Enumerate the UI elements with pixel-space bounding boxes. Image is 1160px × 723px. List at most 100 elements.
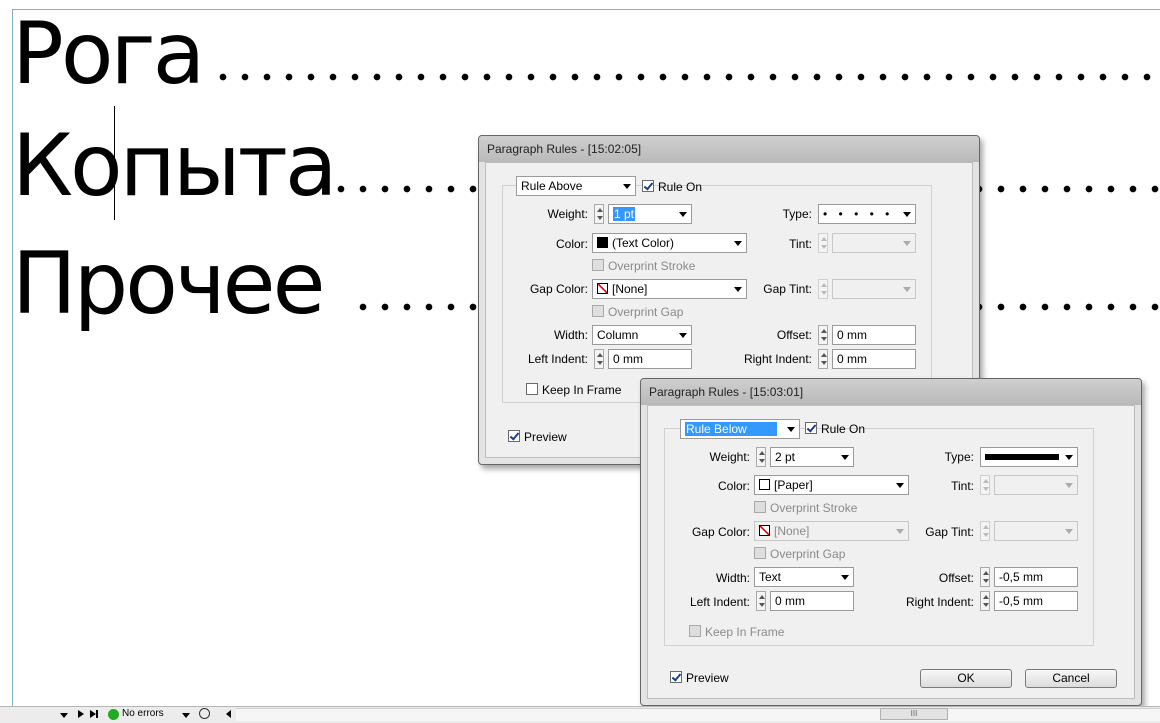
weight-field[interactable]: 1 pt [608, 204, 692, 224]
type-select[interactable]: • • • • • [818, 204, 916, 224]
offset-stepper[interactable] [818, 325, 828, 345]
preflight-status-text[interactable]: No errors [122, 708, 164, 720]
keep-in-frame-checkbox[interactable] [526, 383, 538, 395]
right-indent-stepper[interactable] [818, 349, 828, 369]
width-select[interactable]: Text [754, 567, 854, 587]
weight-stepper[interactable] [756, 447, 766, 467]
overprint-gap-checkbox [592, 305, 604, 317]
weight-stepper[interactable] [594, 204, 604, 224]
preview-checkbox[interactable] [670, 671, 682, 683]
color-select[interactable]: [Paper] [754, 475, 909, 495]
gap-color-label: Gap Color: [691, 525, 750, 539]
preflight-status-icon [108, 709, 119, 720]
left-indent-stepper[interactable] [594, 349, 604, 369]
text-frame-edge [12, 9, 13, 706]
next-page-icon[interactable] [78, 710, 84, 718]
rule-type-value: Rule Below [685, 422, 777, 436]
scrollbar-thumb[interactable]: III [880, 708, 948, 720]
color-label: Color: [555, 237, 588, 251]
page-menu-chevron-icon[interactable] [60, 713, 68, 718]
overprint-stroke-label: Overprint Stroke [770, 501, 858, 515]
keep-in-frame-label: Keep In Frame [542, 383, 622, 397]
paragraph-text: Копыта [12, 118, 338, 214]
color-select[interactable]: (Text Color) [592, 233, 747, 253]
solid-line-icon [985, 454, 1059, 460]
gap-color-select[interactable]: [None] [592, 279, 747, 299]
left-indent-label: Left Indent: [689, 595, 750, 609]
color-swatch-icon [759, 479, 770, 490]
chevron-down-icon [679, 212, 687, 217]
offset-field[interactable]: -0,5 mm [994, 567, 1078, 587]
right-indent-value: -0,5 mm [999, 594, 1044, 608]
left-indent-stepper[interactable] [756, 591, 766, 611]
chevron-down-icon [1065, 529, 1073, 534]
width-label: Width: [715, 571, 750, 585]
left-indent-field[interactable]: 0 mm [770, 591, 854, 611]
color-label: Color: [717, 479, 750, 493]
paragraph-1[interactable]: Рога [12, 6, 1160, 102]
weight-label: Weight: [547, 207, 588, 221]
chevron-down-icon [841, 455, 849, 460]
dotted-rule [212, 70, 1160, 84]
weight-value: 1 pt [613, 207, 636, 221]
offset-label: Offset: [776, 328, 812, 342]
tint-label: Tint: [951, 479, 974, 493]
offset-stepper[interactable] [980, 567, 990, 587]
type-value: • • • • • [823, 207, 894, 221]
offset-value: 0 mm [837, 328, 867, 342]
rule-type-select[interactable]: Rule Below [680, 419, 800, 439]
rule-on-label: Rule On [658, 180, 703, 194]
preview-checkbox[interactable] [508, 430, 520, 442]
type-select[interactable] [980, 447, 1078, 467]
width-value: Column [597, 328, 639, 342]
overprint-gap-label: Overprint Gap [608, 305, 684, 319]
overprint-gap-label: Overprint Gap [770, 547, 846, 561]
rule-on-checkbox[interactable] [805, 422, 817, 434]
keep-in-frame-label: Keep In Frame [705, 625, 785, 639]
width-label: Width: [553, 328, 588, 342]
width-value: Text [759, 570, 782, 584]
chevron-down-icon [623, 184, 631, 189]
dialog-titlebar[interactable]: Paragraph Rules - [15:03:01] [641, 379, 1141, 405]
weight-value: 2 pt [775, 450, 796, 464]
dialog-title: Paragraph Rules - [15:02:05] [487, 142, 642, 156]
right-indent-value: 0 mm [837, 352, 867, 366]
preflight-menu-chevron-icon[interactable] [182, 713, 190, 718]
cancel-button[interactable]: Cancel [1025, 669, 1117, 688]
gap-color-value: [None] [612, 282, 648, 296]
gap-color-select: [None] [754, 521, 909, 541]
right-indent-field[interactable]: 0 mm [832, 349, 916, 369]
weight-field[interactable]: 2 pt [770, 447, 854, 467]
left-indent-field[interactable]: 0 mm [608, 349, 692, 369]
scroll-left-icon[interactable] [226, 710, 231, 718]
overprint-gap-checkbox [754, 547, 766, 559]
right-indent-stepper[interactable] [980, 591, 990, 611]
offset-value: -0,5 mm [999, 570, 1044, 584]
preflight-panel-icon[interactable] [199, 708, 210, 719]
paragraph-rules-dialog-below[interactable]: Paragraph Rules - [15:03:01] Rule Below … [640, 378, 1142, 706]
right-indent-field[interactable]: -0,5 mm [994, 591, 1078, 611]
horizontal-scrollbar[interactable] [236, 708, 1160, 721]
ok-button[interactable]: OK [920, 669, 1012, 688]
gap-color-value: [None] [774, 524, 810, 538]
rule-on-checkbox[interactable] [642, 180, 654, 192]
tint-field [832, 233, 916, 253]
preview-label: Preview [686, 671, 729, 685]
none-swatch-icon [597, 283, 608, 294]
rule-type-select[interactable]: Rule Above [516, 176, 636, 196]
right-indent-label: Right Indent: [743, 352, 812, 366]
chevron-down-icon [1065, 455, 1073, 460]
dialog-titlebar[interactable]: Paragraph Rules - [15:02:05] [479, 136, 979, 162]
preview-label: Preview [524, 430, 567, 444]
tint-field [994, 475, 1078, 495]
width-select[interactable]: Column [592, 325, 692, 345]
tint-stepper [980, 475, 990, 495]
gap-tint-stepper [818, 279, 828, 299]
left-indent-value: 0 mm [613, 352, 643, 366]
overprint-stroke-label: Overprint Stroke [608, 259, 696, 273]
paragraph-text: Прочее [12, 236, 326, 332]
chevron-down-icon [679, 333, 687, 338]
text-cursor [114, 106, 115, 220]
gap-tint-label: Gap Tint: [763, 282, 812, 296]
offset-field[interactable]: 0 mm [832, 325, 916, 345]
